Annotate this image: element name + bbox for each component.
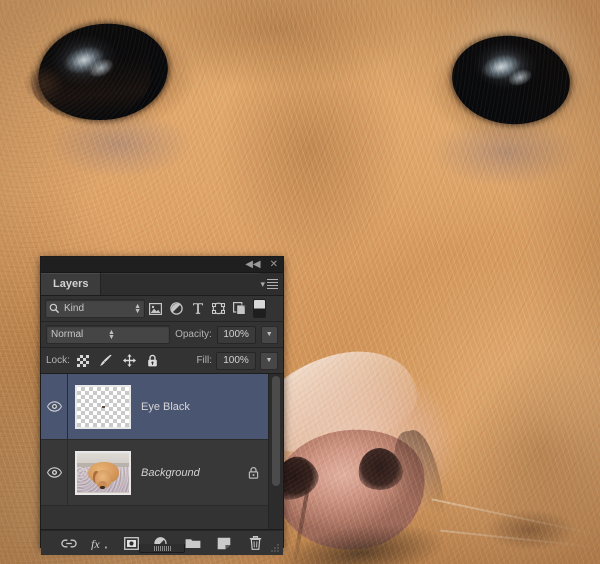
- shape-layers-filter-icon[interactable]: [208, 299, 229, 318]
- opacity-label: Opacity:: [175, 329, 212, 340]
- tab-layers[interactable]: Layers: [41, 273, 102, 295]
- lock-image-pixels-icon[interactable]: [97, 351, 116, 370]
- panel-menu-button[interactable]: ▾: [260, 273, 283, 295]
- layer-thumbnail-eye-black[interactable]: [75, 384, 131, 429]
- collapse-panel-icon[interactable]: ◀◀: [245, 259, 260, 270]
- layer-locked-badge: [245, 466, 261, 479]
- svg-text:fx: fx: [91, 537, 100, 550]
- panel-tab-bar: Layers ▾: [41, 273, 283, 296]
- lock-transparent-pixels-icon[interactable]: [74, 351, 93, 370]
- transparency-checkerboard: [77, 386, 129, 427]
- layer-list[interactable]: Eye Black Background: [41, 374, 283, 530]
- lock-position-icon[interactable]: [120, 351, 139, 370]
- layer-row-background[interactable]: Background: [41, 440, 283, 506]
- pixel-layers-filter-icon[interactable]: [145, 299, 166, 318]
- blend-opacity-row: Normal ▲ ▼ Opacity: 100% ▼: [41, 322, 283, 348]
- eye-icon: [46, 467, 62, 478]
- background-thumbnail-image: [77, 452, 129, 493]
- filter-kind-stepper[interactable]: ▲ ▼: [134, 303, 141, 315]
- layer-thumbnail-background[interactable]: [75, 450, 131, 495]
- magnifier-icon: [49, 303, 60, 314]
- type-layers-filter-icon[interactable]: [187, 299, 208, 318]
- eye-icon: [46, 401, 62, 412]
- lock-fill-row: Lock: Fill: 100% ▼: [41, 348, 283, 374]
- smart-object-filter-icon[interactable]: [229, 299, 250, 318]
- layer-name-eye-black[interactable]: Eye Black: [137, 401, 265, 413]
- opacity-dropdown-icon[interactable]: ▼: [260, 325, 278, 344]
- close-panel-icon[interactable]: ✕: [270, 259, 278, 270]
- new-group-icon[interactable]: [184, 534, 202, 552]
- adjustment-layers-filter-icon[interactable]: [166, 299, 187, 318]
- scrollbar-thumb[interactable]: [272, 376, 280, 486]
- blend-mode-value: Normal: [51, 329, 84, 340]
- layer-name-background[interactable]: Background: [137, 467, 245, 479]
- layer-list-scrollbar[interactable]: [268, 374, 283, 529]
- opacity-input[interactable]: 100%: [216, 325, 256, 344]
- panel-titlebar: ◀◀ ✕: [41, 257, 283, 273]
- blend-mode-select[interactable]: Normal ▲ ▼: [46, 325, 171, 344]
- panel-resize-grip[interactable]: [270, 543, 280, 553]
- blend-mode-stepper[interactable]: ▲ ▼: [108, 329, 165, 341]
- layer-row-eye-black[interactable]: Eye Black: [41, 374, 283, 440]
- layer-mask-icon[interactable]: [122, 534, 140, 552]
- new-layer-icon[interactable]: [215, 534, 233, 552]
- tab-bar-filler: [101, 273, 261, 295]
- fill-label: Fill:: [196, 355, 212, 366]
- panel-bottom-drag-handle[interactable]: [139, 544, 185, 553]
- lock-all-icon[interactable]: [143, 351, 162, 370]
- filter-kind-select[interactable]: Kind ▲ ▼: [45, 299, 145, 318]
- chevron-down-icon: ▾: [260, 278, 265, 289]
- link-layers-icon[interactable]: [60, 534, 78, 552]
- screenshot-root: ◀◀ ✕ Layers ▾ Kind ▲ ▼ Normal ▲ ▼ Opacit…: [0, 0, 600, 564]
- layer-style-fx-icon[interactable]: fx: [91, 534, 109, 552]
- fill-input[interactable]: 100%: [216, 351, 256, 370]
- filter-kind-label: Kind: [64, 303, 85, 314]
- layer-visibility-toggle[interactable]: [41, 374, 68, 439]
- layer-visibility-toggle[interactable]: [41, 440, 68, 505]
- fill-dropdown-icon[interactable]: ▼: [260, 351, 278, 370]
- lock-icon: [248, 466, 258, 479]
- filter-toggle-switch[interactable]: [253, 299, 266, 318]
- tab-layers-label: Layers: [53, 278, 89, 290]
- layer-filter-row: Kind ▲ ▼: [41, 296, 283, 322]
- lock-label: Lock:: [46, 355, 70, 366]
- hamburger-menu-icon: [267, 277, 278, 291]
- layers-panel: ◀◀ ✕ Layers ▾ Kind ▲ ▼ Normal ▲ ▼ Opacit…: [40, 256, 284, 555]
- delete-layer-icon[interactable]: [246, 534, 264, 552]
